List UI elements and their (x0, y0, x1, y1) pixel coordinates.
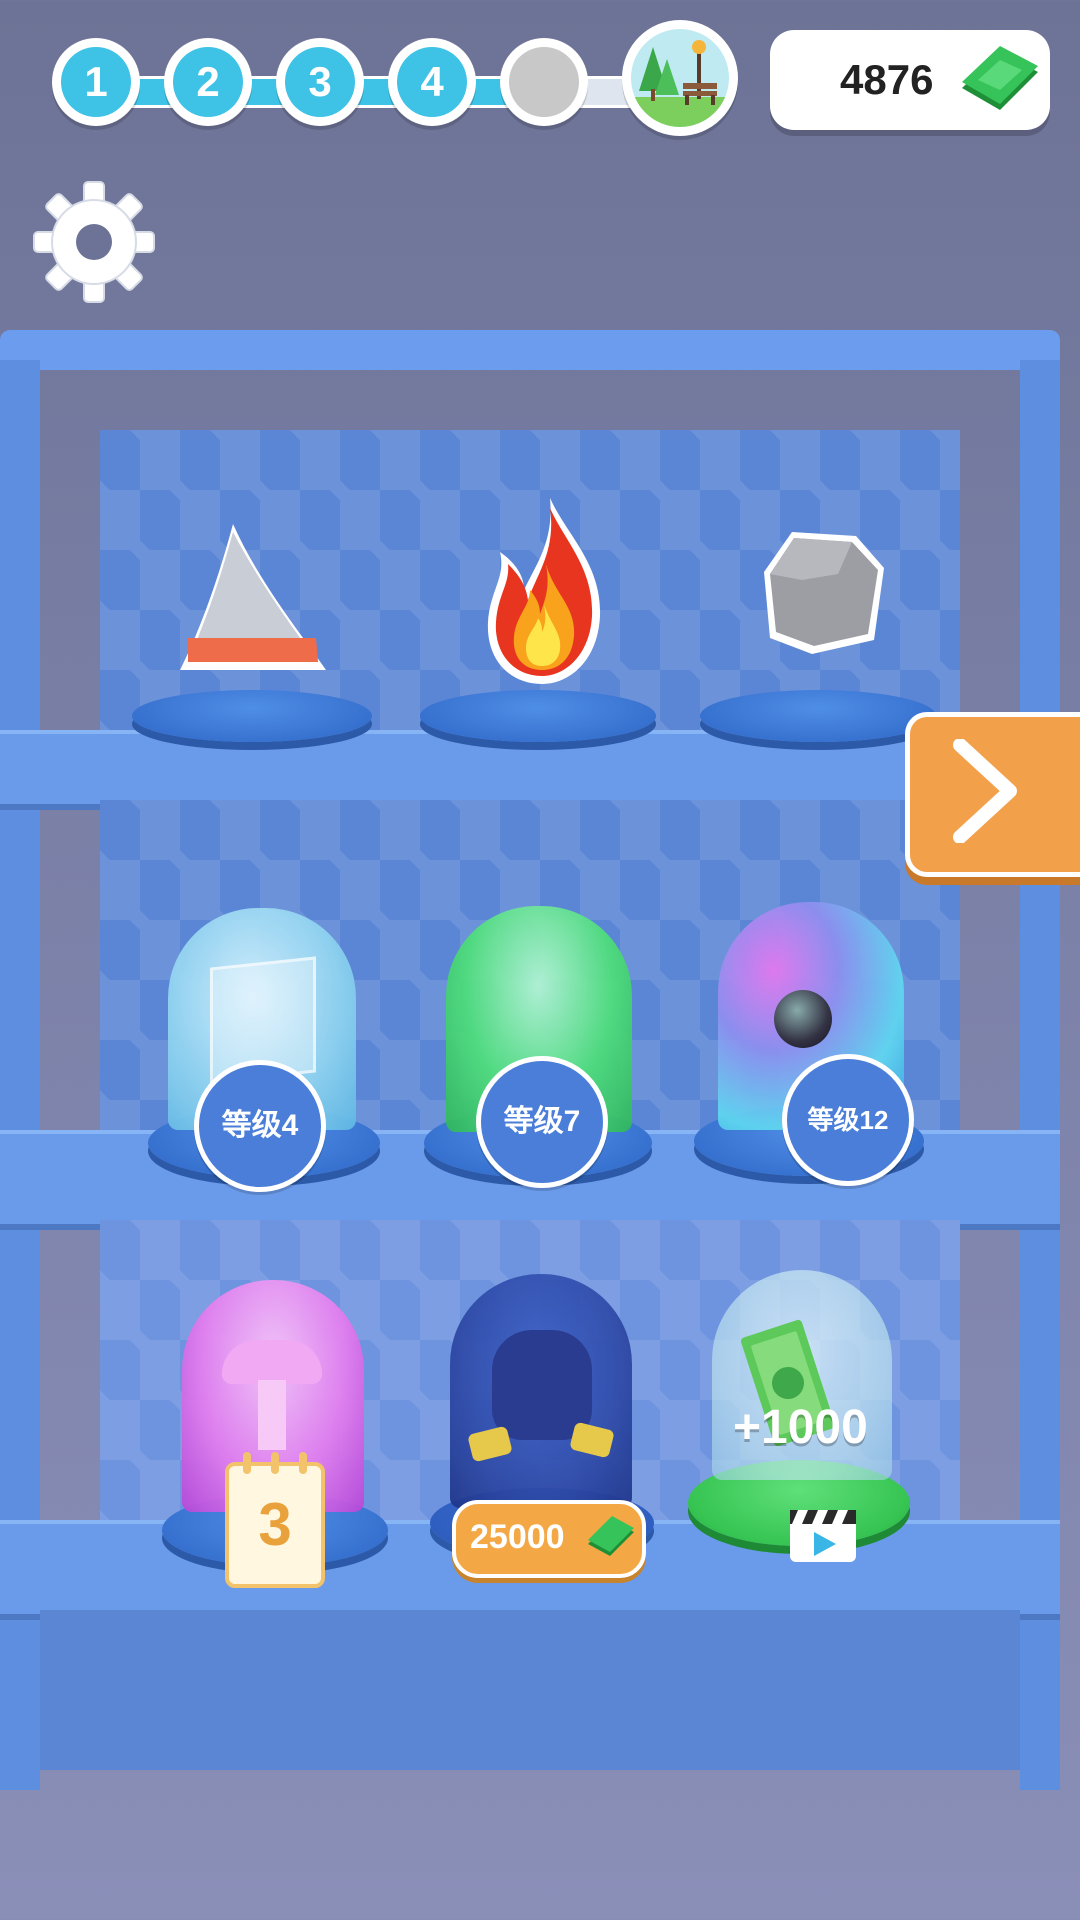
cash-icon (588, 1516, 634, 1556)
cabinet-top (0, 330, 1060, 370)
video-clapper-icon (790, 1510, 856, 1556)
level-progress: 1 2 3 4 (52, 20, 742, 138)
price-label: 25000 (470, 1518, 565, 1556)
level-badge: 等级7 (476, 1056, 608, 1188)
cash-icon (962, 46, 1038, 110)
mushroom-stem (258, 1380, 286, 1450)
level-step-5 (500, 38, 588, 126)
unlock-days-badge: 3 (225, 1452, 325, 1588)
eye-orb (774, 990, 832, 1048)
mushroom-cap (222, 1340, 322, 1384)
reward-amount: +1000 (733, 1401, 868, 1454)
chevron-right-icon (953, 739, 1017, 843)
shelf-item-fire[interactable] (480, 494, 608, 693)
currency-display: 4876 (770, 30, 1050, 130)
unlock-days-count: 3 (258, 1491, 292, 1558)
level-badge: 等级4 (194, 1060, 326, 1192)
shelf-item-shark-fin[interactable] (178, 520, 328, 685)
rock-icon (764, 532, 884, 654)
shelf-item-rock[interactable] (762, 528, 886, 661)
level-step-4: 4 (388, 38, 476, 126)
pedestal-top-3 (700, 690, 936, 742)
gear-icon (33, 181, 155, 303)
shark-fin-icon (180, 524, 326, 670)
cabinet-base (40, 1610, 1020, 1770)
pedestal-top-2 (420, 690, 656, 742)
currency-amount: 4876 (840, 56, 934, 103)
park-bench-icon (631, 40, 729, 127)
next-shelf-button[interactable] (905, 712, 1080, 877)
fire-icon (487, 498, 601, 684)
shelf-board-top (0, 730, 1060, 810)
pedestal-top-1 (132, 690, 372, 742)
settings-button[interactable] (28, 176, 160, 308)
watch-ad-button[interactable] (790, 1510, 856, 1562)
level-badge: 等级12 (782, 1054, 914, 1186)
buy-price-button[interactable]: 25000 (452, 1500, 646, 1578)
level-step-3: 3 (276, 38, 364, 126)
level-step-1: 1 (52, 38, 140, 126)
goal-badge (622, 20, 738, 136)
level-step-2: 2 (164, 38, 252, 126)
